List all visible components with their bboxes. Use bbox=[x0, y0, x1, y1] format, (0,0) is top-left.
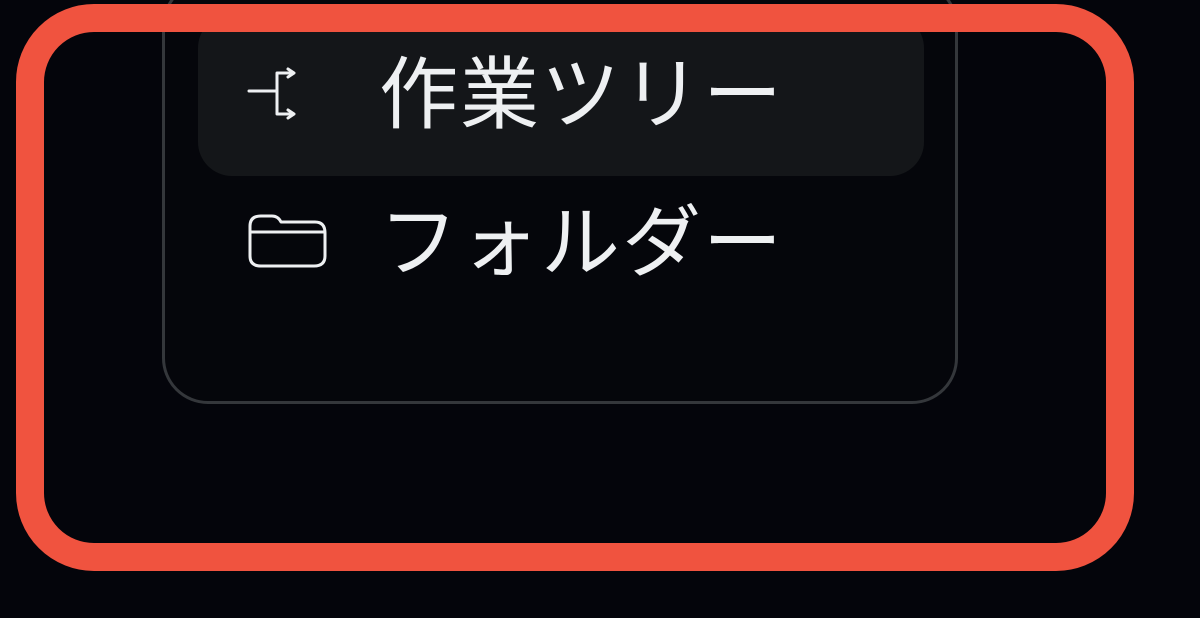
git-branch-arrow-icon bbox=[245, 60, 329, 130]
menu-item-worktree[interactable]: 作業ツリー bbox=[198, 14, 924, 176]
context-menu: 作業ツリー フォルダー bbox=[162, 0, 958, 404]
menu-item-folder-label: フォルダー bbox=[379, 196, 784, 289]
menu-item-worktree-label: 作業ツリー bbox=[379, 48, 784, 141]
menu-item-folder[interactable]: フォルダー bbox=[198, 185, 924, 301]
folder-icon bbox=[245, 208, 329, 278]
